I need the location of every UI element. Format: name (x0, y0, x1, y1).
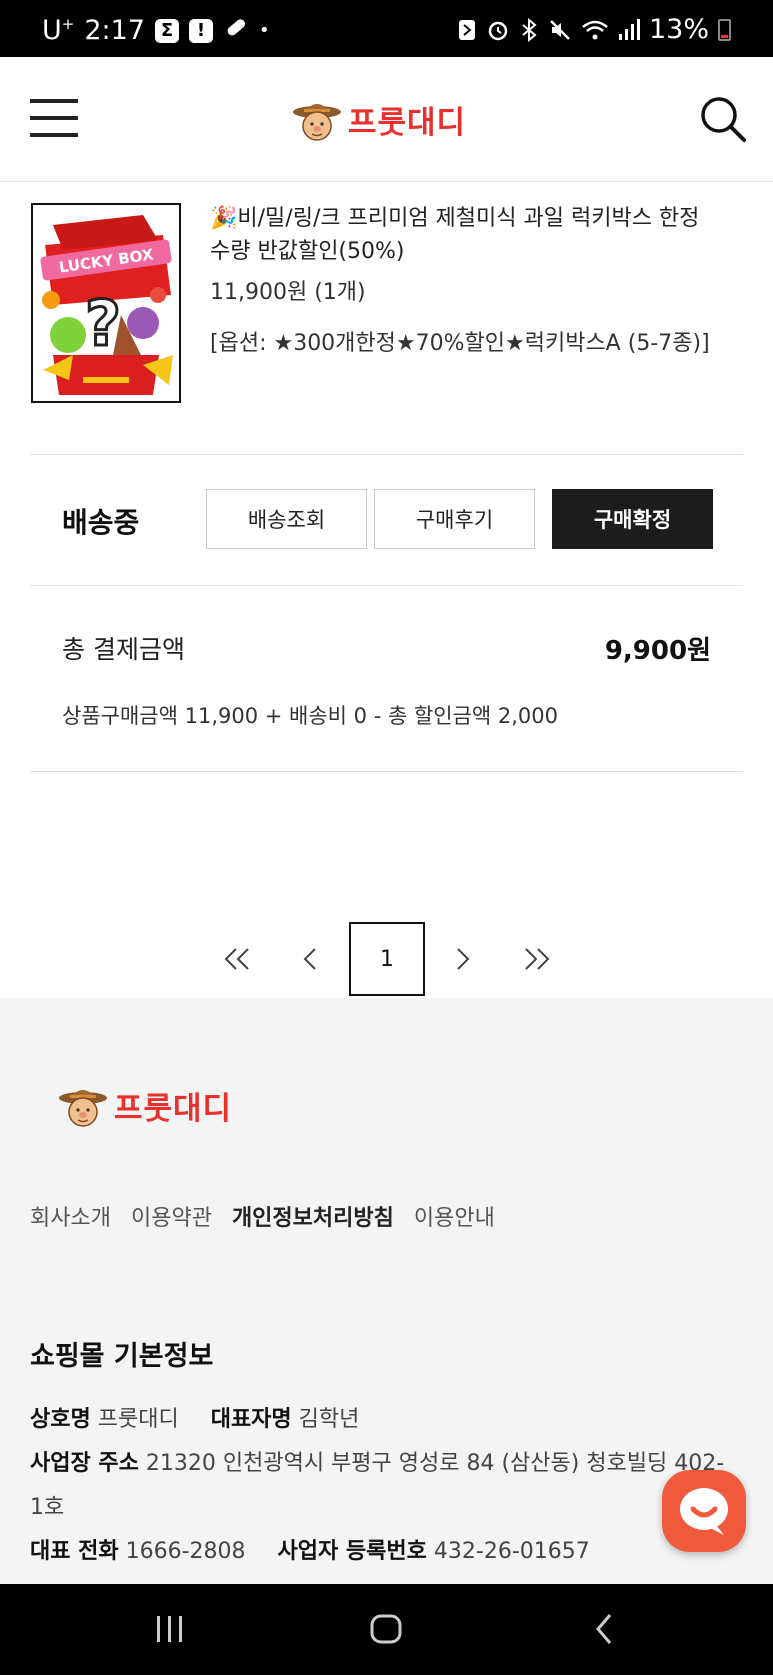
payment-total: 총 결제금액 9,900원 상품구매금액 11,900 + 배송비 0 - 총 … (30, 586, 743, 772)
footer-info-line-3: 대표 전화 1666-2808 사업자 등록번호 432-26-01657 (30, 1530, 730, 1574)
status-bar: U+ 2:17 Σ ! • 13% (0, 0, 773, 57)
alert-notification-icon: ! (188, 18, 213, 43)
shipping-status: 배송중 (62, 506, 140, 539)
pagination: 1 (0, 922, 773, 998)
total-label: 총 결제금액 (62, 635, 185, 664)
wifi-icon (581, 18, 609, 42)
product-price-qty: 11,900원 (1개) (210, 280, 366, 305)
footer-info-line-1: 상호명 프룻대디 대표자명 김학년 (30, 1398, 730, 1442)
product-thumbnail[interactable]: LUCKY BOX ? (31, 203, 181, 403)
carrier-label: U+ (42, 15, 75, 46)
track-shipment-button[interactable]: 배송조회 (206, 489, 367, 549)
site-logo[interactable]: 프룻대디 (292, 97, 466, 142)
first-page-icon[interactable] (212, 922, 262, 996)
clock: 2:17 (84, 15, 145, 46)
footer-logo-text: 프룻대디 (114, 1091, 233, 1127)
search-icon[interactable] (699, 95, 747, 143)
system-navigation-bar (0, 1584, 773, 1675)
notification-dot: • (258, 20, 270, 41)
order-status-row: 배송중 배송조회 구매후기 구매확정 (30, 455, 743, 586)
footer-link-terms[interactable]: 이용약관 (131, 1200, 212, 1232)
recent-apps-icon[interactable] (140, 1606, 200, 1652)
status-bar-left: U+ 2:17 Σ ! • (42, 14, 270, 47)
item-info: 🎉비/밀/링/크 프리미엄 제철미식 과일 럭키박스 한정수량 반값할인(50%… (210, 202, 710, 360)
ceo-value: 김학년 (298, 1407, 360, 1432)
chat-bubble-icon (680, 1488, 728, 1535)
footer-link-company[interactable]: 회사소개 (30, 1200, 111, 1232)
phone-label: 대표 전화 (30, 1539, 119, 1564)
footer-link-privacy[interactable]: 개인정보처리방침 (232, 1200, 394, 1232)
chat-button[interactable] (662, 1470, 746, 1552)
product-title[interactable]: 🎉비/밀/링/크 프리미엄 제철미식 과일 럭키박스 한정수량 반값할인(50%… (210, 202, 710, 268)
order-item: LUCKY BOX ? 🎉비/밀/링/크 프리미엄 제철미식 과일 럭키박스 한… (30, 182, 743, 455)
address-label: 사업장 주소 (30, 1451, 139, 1476)
pill-icon (223, 14, 249, 47)
prev-page-icon[interactable] (290, 922, 330, 996)
write-review-button[interactable]: 구매후기 (374, 489, 535, 549)
site-header: 프룻대디 (0, 57, 773, 182)
svg-text:?: ? (85, 287, 121, 360)
footer-link-guide[interactable]: 이용안내 (414, 1200, 495, 1232)
status-bar-right: 13% (457, 14, 731, 45)
logo-text: 프룻대디 (348, 105, 467, 141)
footer-business-info: 상호명 프룻대디 대표자명 김학년 사업장 주소 21320 인천광역시 부평구… (30, 1398, 730, 1574)
farmer-mascot-icon (59, 1089, 107, 1127)
alarm-icon (486, 18, 510, 42)
total-breakdown: 상품구매금액 11,900 + 배송비 0 - 총 할인금액 2,000 (62, 704, 559, 728)
company-name-value: 프룻대디 (97, 1407, 179, 1432)
signal-icon (618, 18, 640, 42)
party-popper-icon: 🎉 (210, 206, 238, 231)
business-number-label: 사업자 등록번호 (277, 1539, 427, 1564)
back-icon[interactable] (574, 1606, 634, 1652)
next-page-icon[interactable] (443, 922, 483, 996)
sigma-notification-icon: Σ (154, 18, 179, 43)
mute-icon (548, 18, 572, 42)
lucky-box-image: LUCKY BOX ? (33, 205, 179, 401)
bluetooth-icon (519, 17, 539, 42)
hamburger-menu-icon[interactable] (30, 99, 78, 137)
site-footer: 프룻대디 회사소개 이용약관 개인정보처리방침 이용안내 쇼핑몰 기본정보 상호… (0, 998, 773, 1584)
footer-links: 회사소개 이용약관 개인정보처리방침 이용안내 (30, 1200, 495, 1232)
footer-info-title: 쇼핑몰 기본정보 (30, 1341, 214, 1372)
farmer-mascot-icon (293, 103, 341, 141)
business-number-value: 432-26-01657 (433, 1539, 590, 1564)
product-option: [옵션: ★300개한정★70%할인★럭키박스A (5-7종)] (210, 331, 710, 356)
home-icon[interactable] (356, 1606, 416, 1652)
last-page-icon[interactable] (512, 922, 562, 996)
total-amount: 9,900원 (604, 636, 711, 666)
footer-info-line-2: 사업장 주소 21320 인천광역시 부평구 영성로 84 (삼산동) 청호빌딩… (30, 1442, 730, 1530)
nfc-icon (457, 18, 477, 42)
company-name-label: 상호명 (30, 1407, 91, 1432)
phone-value: 1666-2808 (125, 1539, 246, 1564)
ceo-label: 대표자명 (210, 1407, 292, 1432)
confirm-purchase-button[interactable]: 구매확정 (552, 489, 713, 549)
battery-icon (718, 18, 731, 41)
battery-percent: 13% (648, 14, 709, 45)
footer-logo[interactable]: 프룻대디 (58, 1083, 232, 1128)
page-number-current[interactable]: 1 (349, 922, 425, 996)
